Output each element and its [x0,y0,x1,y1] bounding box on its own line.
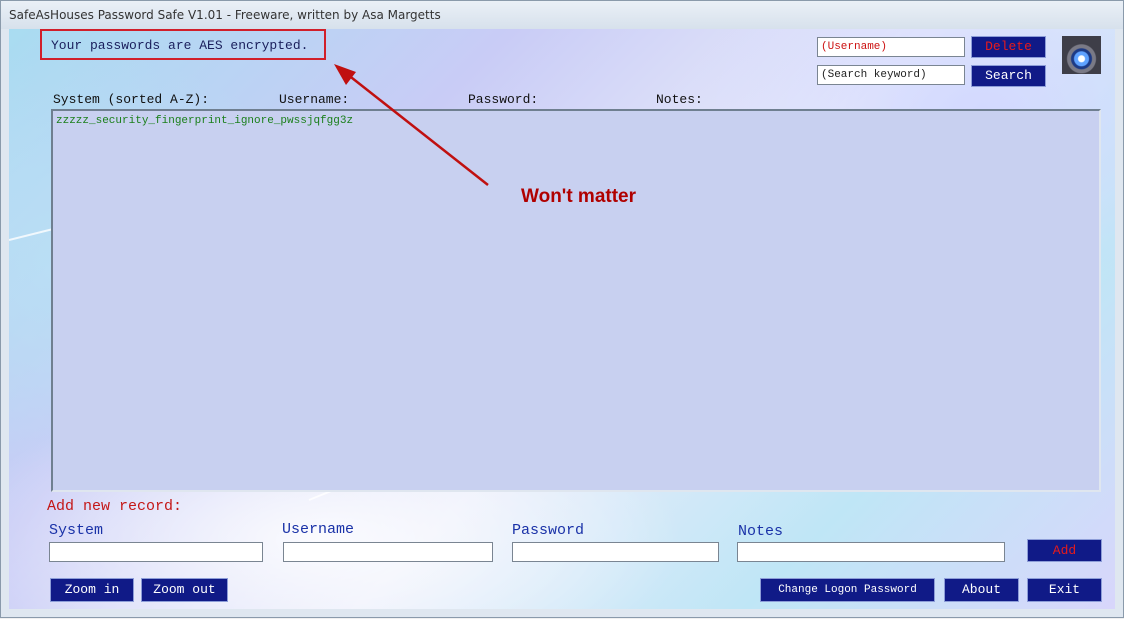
change-logon-password-button[interactable]: Change Logon Password [760,578,935,602]
eye-icon [1062,36,1101,74]
username-input[interactable] [283,542,493,562]
encryption-notice: Your passwords are AES encrypted. [51,38,309,53]
search-input[interactable]: (Search keyword) [817,65,965,85]
add-button[interactable]: Add [1027,539,1102,562]
system-input[interactable] [49,542,263,562]
annotation-label: Won't matter [521,186,637,207]
window-title: SafeAsHouses Password Safe V1.01 - Freew… [9,8,441,22]
exit-button[interactable]: Exit [1027,578,1102,602]
password-label: Password [512,522,585,539]
zoom-in-button[interactable]: Zoom in [50,578,134,602]
search-button[interactable]: Search [971,65,1046,87]
password-input[interactable] [512,542,719,562]
title-bar[interactable]: SafeAsHouses Password Safe V1.01 - Freew… [1,1,1123,29]
list-item[interactable]: zzzzz_security_fingerprint_ignore_pwssjq… [56,115,353,127]
column-header-username: Username: [279,92,350,107]
add-record-title: Add new record: [47,498,183,515]
about-button[interactable]: About [944,578,1019,602]
app-window: SafeAsHouses Password Safe V1.01 - Freew… [0,0,1124,618]
system-label: System [49,522,104,539]
notes-label: Notes [738,523,784,540]
column-header-password: Password: [468,92,539,107]
zoom-out-button[interactable]: Zoom out [141,578,228,602]
client-area: Your passwords are AES encrypted. (Usern… [9,29,1115,609]
column-header-notes: Notes: [656,92,703,107]
column-header-system: System (sorted A-Z): [53,92,210,107]
username-filter-field[interactable]: (Username) [817,37,965,57]
username-label: Username [282,521,355,538]
delete-button[interactable]: Delete [971,36,1046,58]
password-list[interactable]: zzzzz_security_fingerprint_ignore_pwssjq… [51,109,1101,492]
notes-input[interactable] [737,542,1005,562]
